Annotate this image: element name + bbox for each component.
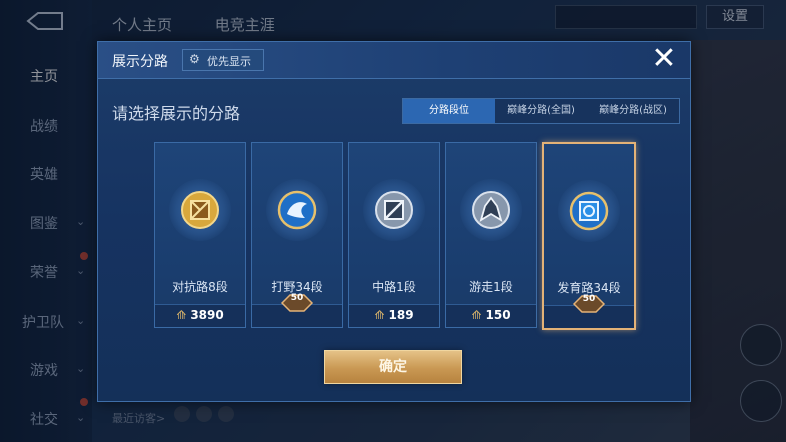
- lane-card-roam[interactable]: 游走1段 ⟰ 150: [445, 142, 537, 328]
- roam-badge-icon: [472, 191, 510, 229]
- points-number: 150: [485, 308, 511, 322]
- points-number: 189: [388, 308, 414, 322]
- gear-icon: ⚙: [189, 52, 200, 66]
- points-icon: ⟰: [176, 308, 187, 322]
- mid-lane-badge-icon: [375, 191, 413, 229]
- clash-lane-badge-icon: [181, 191, 219, 229]
- lane-card-footer: ⟰ 189: [349, 304, 439, 327]
- points-value: ⟰ 3890: [155, 308, 245, 322]
- lane-card-name: 游走1段: [469, 280, 513, 294]
- lane-card-mid[interactable]: 中路1段 ⟰ 189: [348, 142, 440, 328]
- lane-card-footer: 50: [544, 294, 634, 328]
- points-icon: ⟰: [471, 308, 482, 322]
- tab-lane-rank[interactable]: 分路段位: [403, 99, 495, 123]
- dialog-header: 展示分路 ⚙ 优先显示 ✕: [98, 42, 690, 79]
- confirm-button[interactable]: 确定: [324, 350, 462, 384]
- lane-display-dialog: 展示分路 ⚙ 优先显示 ✕ 请选择展示的分路 分路段位 巅峰分路(全国) 巅峰分…: [97, 41, 691, 402]
- lane-card-footer: ⟰ 3890: [155, 304, 245, 327]
- lane-card-farm[interactable]: 发育路34段 50: [542, 142, 636, 330]
- dialog-title: 展示分路: [112, 54, 168, 70]
- points-icon: ⟰: [374, 308, 385, 322]
- lane-card-clash[interactable]: 对抗路8段 ⟰ 3890: [154, 142, 246, 328]
- points-number: 3890: [190, 308, 224, 322]
- star-count: 50: [582, 294, 596, 304]
- lane-card-name: 对抗路8段: [172, 280, 228, 294]
- lane-card-footer: 50: [252, 293, 342, 327]
- dialog-subtitle: 请选择展示的分路: [112, 104, 241, 123]
- tab-peak-region[interactable]: 巅峰分路(战区): [587, 99, 679, 123]
- close-icon[interactable]: ✕: [649, 44, 679, 74]
- jungle-badge-icon: [277, 190, 317, 230]
- points-value: ⟰ 150: [446, 308, 536, 322]
- tab-peak-national[interactable]: 巅峰分路(全国): [495, 99, 587, 123]
- lane-card-jungle[interactable]: 打野34段 50: [251, 142, 343, 328]
- priority-display-button[interactable]: ⚙ 优先显示: [182, 49, 264, 71]
- lane-type-tabs: 分路段位 巅峰分路(全国) 巅峰分路(战区): [402, 98, 680, 124]
- lane-card-footer: ⟰ 150: [446, 304, 536, 327]
- farm-lane-badge-icon: [569, 191, 609, 231]
- lane-card-name: 中路1段: [372, 280, 416, 294]
- star-count: 50: [290, 293, 304, 303]
- priority-display-label: 优先显示: [207, 55, 251, 68]
- points-value: ⟰ 189: [349, 308, 439, 322]
